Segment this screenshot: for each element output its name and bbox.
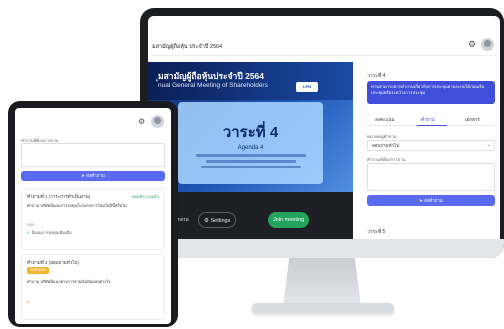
question-input[interactable] [367,163,495,191]
tab-vote[interactable]: ลงคะแนน [375,116,394,123]
page-title: มสามัญผู้ถือหุ้น ประจำปี 2564 [152,44,223,50]
question-label: คำถามที่ต้องการถาม [367,157,406,162]
send-question-label: ส่งคำถาม [424,198,443,203]
category-select[interactable]: สอบถามทั่วไป ⌄ [367,140,495,151]
device-mockup-scene: มสามัญผู้ถือหุ้น ประจำปี 2564 ⚙ ุมสามัญผ… [0,0,504,329]
settings-button[interactable]: ⚙ Settings [198,212,237,228]
answer-row: ● [27,299,29,305]
send-icon: ➤ [419,198,423,203]
gear-icon[interactable]: ⚙ [468,40,477,49]
tab-documents[interactable]: เอกสาร [465,116,480,123]
slide-title-thai: ุมสามัญผู้ถือหุ้นประจำปี 2564 [158,71,265,81]
app-header: มสามัญผู้ถือหุ้น ประจำปี 2564 ⚙ [148,16,500,56]
avatar[interactable] [481,38,494,51]
pending-icon: ● [27,299,30,304]
agenda-section-title: วาระที่ 4 [367,73,386,79]
info-notice: ท่านสามารถฝากคำถามเกี่ยวกับการประชุมผ่าน… [367,81,495,104]
company-logo: LPN [296,82,318,92]
panel-tabs: ลงคะแนน คำถาม เอกสาร [367,116,495,126]
answer-label: ตอบ [27,222,35,227]
tab-questions[interactable]: คำถาม [421,116,435,123]
question-text: คำถาม บริษัทมีแนวทางการจ่ายเงินปันผลอย่า… [27,279,111,284]
question-input[interactable] [21,143,165,167]
category-select-value: สอบถามทั่วไป [372,143,400,148]
join-meeting-button[interactable]: Join meeting [268,212,310,228]
send-question-button[interactable]: ➤ ส่งคำถาม [367,195,495,206]
agenda-card: วาระที่ 4 Agenda 4 [178,102,323,184]
answer-row: ✓ มีแผนการลงทุนเพิ่มเติม [27,230,72,236]
answer-block: ตอบ [27,222,35,228]
monitor-stand [283,258,361,306]
agenda-text-line [200,166,301,168]
gear-icon[interactable]: ⚙ [138,118,145,126]
question-card-title: คำถามที่ 2 (สอบถามทั่วไป) [27,260,79,265]
agenda-heading-thai: วาระที่ 4 [222,124,279,141]
presentation-slide: ุมสามัญผู้ถือหุ้นประจำปี 2564 nual Gener… [148,62,353,192]
chevron-down-icon: ⌄ [486,142,491,148]
tablet-screen: ⚙ คำถามที่ต้องการถาม ➤ ส่งคำถาม คำถามที่… [15,108,171,324]
active-tab-indicator [417,125,447,126]
status-badge: รอคำตอบ [27,267,50,274]
answer-text: มีแผนการลงทุนเพิ่มเติม [31,230,72,235]
monitor-stand-base [252,303,394,313]
category-label: หมวดหมู่คำถาม [367,134,397,139]
next-agenda-title: วาระที่ 5 [367,229,386,235]
desktop-monitor: มสามัญผู้ถือหุ้น ประจำปี 2564 ⚙ ุมสามัญผ… [140,8,504,258]
video-stage: ุมสามัญผู้ถือหุ้นประจำปี 2564 nual Gener… [148,62,353,239]
send-question-label: ส่งคำถาม [86,173,105,178]
question-card: คำถามที่ 2 (สอบถามทั่วไป) รอคำตอบ คำถาม … [21,254,165,320]
settings-icon: ⚙ [204,218,209,224]
tablet-device: ⚙ คำถามที่ต้องการถาม ➤ ส่งคำถาม คำถามที่… [8,101,178,327]
agenda-heading-english: Agenda 4 [237,145,264,151]
question-text: คำถาม บริษัทมีแผนการลงทุนในโครงการใหม่ใน… [27,203,127,208]
question-status: ตอบคำถามแล้ว [131,194,159,199]
agenda-text-line [195,154,306,157]
desktop-screen: มสามัญผู้ถือหุ้น ประจำปี 2564 ⚙ ุมสามัญผ… [148,16,500,239]
video-controls: ▢ No camera ⚙ Settings Join meeting [148,212,353,230]
question-card: คำถามที่ 1 (วาระการดำเนินงาน) ตอบคำถามแล… [21,188,165,250]
avatar[interactable] [151,115,164,128]
question-card-title: คำถามที่ 1 (วาระการดำเนินงาน) [27,194,91,199]
agenda-text-line [205,160,296,163]
settings-label: Settings [210,218,231,224]
monitor-chin [140,239,504,258]
agenda-side-panel: วาระที่ 4 ท่านสามารถฝากคำถามเกี่ยวกับการ… [357,62,500,239]
slide-title-english: nual General Meeting of Shareholders [158,82,268,89]
send-question-button[interactable]: ➤ ส่งคำถาม [21,171,165,181]
send-icon: ➤ [81,173,85,178]
check-icon: ✓ [27,230,31,235]
